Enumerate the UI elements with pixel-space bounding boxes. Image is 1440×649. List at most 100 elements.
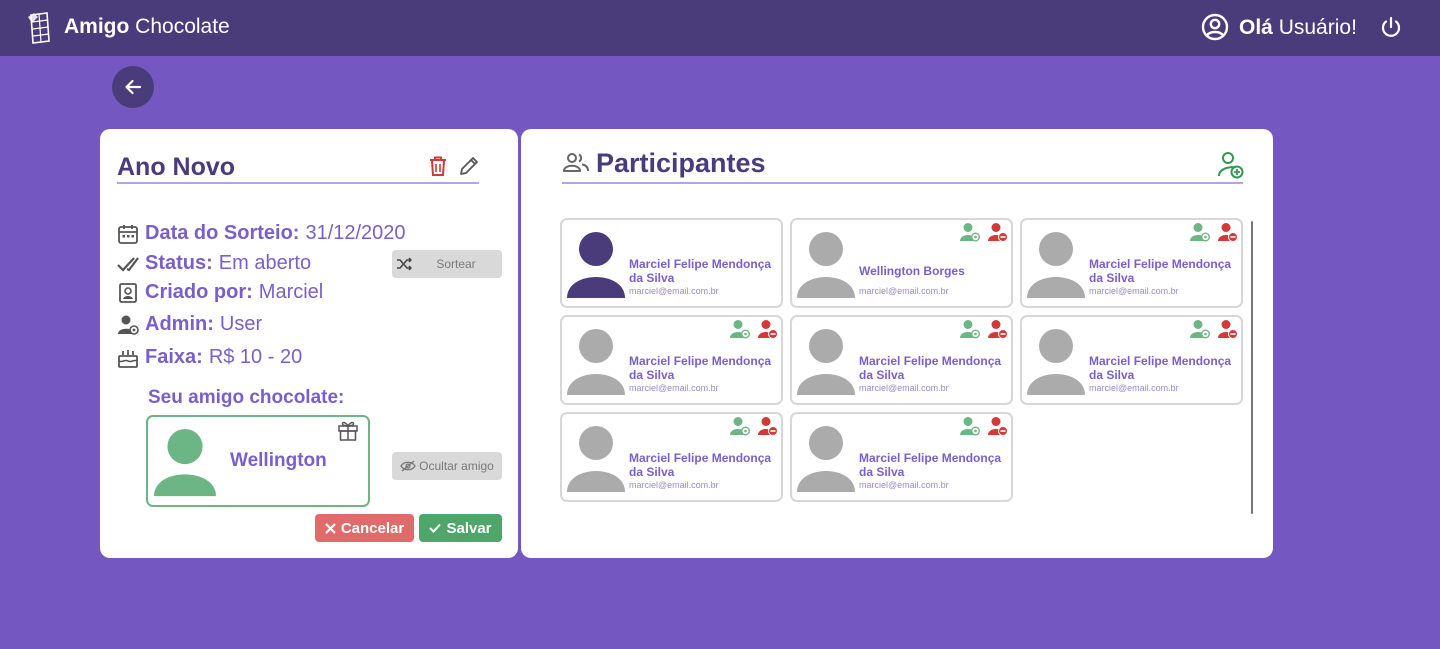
participant-email: marciel@email.com.br (859, 480, 949, 490)
status-row: Status: Em aberto (117, 252, 311, 275)
top-bar: Amigo Chocolate Olá Usuário! (0, 0, 1440, 56)
admin-value: User (219, 313, 263, 335)
status-value: Em aberto (218, 252, 312, 274)
participant-card[interactable]: Marciel Felipe Mendonça da Silva marciel@… (560, 315, 783, 405)
make-admin-icon[interactable] (960, 416, 980, 436)
hide-friend-button[interactable]: Ocultar amigo (392, 452, 502, 480)
people-icon (563, 153, 589, 172)
participant-name: Marciel Felipe Mendonça da Silva (629, 257, 772, 285)
participant-email: marciel@email.com.br (859, 383, 949, 393)
participant-card[interactable]: Marciel Felipe Mendonça da Silva marciel@… (790, 315, 1013, 405)
participants-underline (562, 182, 1243, 184)
price-range-row: Faixa: R$ 10 - 20 (117, 346, 302, 369)
participant-email: marciel@email.com.br (629, 480, 719, 490)
participant-email: marciel@email.com.br (629, 383, 719, 393)
make-admin-icon[interactable] (1190, 319, 1210, 339)
created-by-row: Criado por: Marciel (117, 281, 323, 304)
remove-user-icon[interactable] (758, 319, 778, 339)
cross-icon (325, 522, 336, 534)
back-button[interactable] (112, 66, 154, 108)
remove-user-icon[interactable] (988, 319, 1008, 339)
friend-name: Wellington (230, 450, 327, 471)
participant-card[interactable]: Marciel Felipe Mendonça da Silva marciel@… (1020, 315, 1243, 405)
save-button[interactable]: Salvar (419, 514, 502, 542)
make-admin-icon[interactable] (730, 416, 750, 436)
draw-date-value: 31/12/2020 (305, 222, 406, 244)
pencil-icon[interactable] (459, 156, 479, 176)
id-card-icon (119, 282, 137, 303)
double-check-icon (117, 256, 139, 272)
remove-user-icon[interactable] (988, 222, 1008, 242)
remove-user-icon[interactable] (1218, 319, 1238, 339)
brand-light: Chocolate (135, 15, 230, 38)
participant-avatar-icon (567, 329, 625, 395)
make-admin-icon[interactable] (960, 222, 980, 242)
participant-card[interactable]: Marciel Felipe Mendonça da Silva marciel@… (560, 218, 783, 308)
participant-name: Marciel Felipe Mendonça da Silva (629, 451, 772, 479)
chocolate-bar-logo-icon (28, 12, 50, 44)
check-icon (429, 523, 442, 533)
make-admin-icon[interactable] (960, 319, 980, 339)
participant-name: Marciel Felipe Mendonça da Silva (859, 354, 1002, 382)
brand-title[interactable]: Amigo Chocolate (64, 14, 230, 40)
draw-button[interactable]: Sortear (392, 250, 502, 278)
price-range-value: R$ 10 - 20 (208, 346, 303, 368)
remove-user-icon[interactable] (758, 416, 778, 436)
participant-email: marciel@email.com.br (1089, 286, 1179, 296)
admin-row: Admin: User (117, 313, 262, 336)
make-admin-icon[interactable] (730, 319, 750, 339)
draw-button-label: Sortear (436, 257, 476, 271)
participant-card[interactable]: Wellington Borges marciel@email.com.br (790, 218, 1013, 308)
participant-avatar-icon (797, 426, 855, 492)
participant-email: marciel@email.com.br (859, 286, 949, 296)
greeting-light: Usuário! (1278, 16, 1357, 39)
cancel-label: Cancelar (340, 519, 405, 537)
created-by-label: Criado por: (145, 281, 253, 303)
participant-avatar-icon (797, 232, 855, 298)
participant-name: Marciel Felipe Mendonça da Silva (859, 451, 1002, 479)
arrow-left-icon (125, 79, 142, 95)
user-circle-icon[interactable] (1201, 13, 1229, 41)
event-details-card: Ano Novo Data do Sorteio: 31/12/2020 Sta… (100, 129, 518, 558)
hide-friend-label: Ocultar amigo (419, 459, 494, 473)
participant-email: marciel@email.com.br (1089, 383, 1179, 393)
participant-name: Wellington Borges (859, 264, 965, 278)
participants-card: Participantes Marciel Felipe Mendonça da… (521, 129, 1273, 558)
draw-date-row: Data do Sorteio: 31/12/2020 (117, 222, 406, 245)
draw-date-label: Data do Sorteio: (145, 222, 300, 244)
trash-icon[interactable] (429, 156, 447, 176)
created-by-value: Marciel (258, 281, 324, 303)
remove-user-icon[interactable] (1218, 222, 1238, 242)
participant-card[interactable]: Marciel Felipe Mendonça da Silva marciel@… (790, 412, 1013, 502)
participant-card[interactable]: Marciel Felipe Mendonça da Silva marciel@… (560, 412, 783, 502)
participant-avatar-icon (1027, 329, 1085, 395)
power-icon[interactable] (1379, 15, 1403, 39)
admin-user-icon (118, 315, 139, 335)
participants-scrollbar[interactable] (1251, 221, 1253, 514)
remove-user-icon[interactable] (988, 416, 1008, 436)
cancel-button[interactable]: Cancelar (315, 514, 414, 542)
secret-friend-card: Wellington (146, 415, 370, 507)
user-greeting: Olá Usuário! (1239, 15, 1357, 41)
participant-name: Marciel Felipe Mendonça da Silva (1089, 257, 1232, 285)
greeting-bold: Olá (1239, 16, 1273, 39)
gift-icon (338, 421, 358, 441)
eye-slash-icon (400, 460, 416, 472)
make-admin-icon[interactable] (1190, 222, 1210, 242)
shuffle-icon (397, 257, 412, 271)
participant-card[interactable]: Marciel Felipe Mendonça da Silva marciel@… (1020, 218, 1243, 308)
friend-avatar-icon (154, 428, 216, 497)
title-underline (117, 182, 479, 184)
event-title: Ano Novo (117, 153, 236, 181)
brand-bold: Amigo (64, 15, 130, 38)
participant-name: Marciel Felipe Mendonça da Silva (629, 354, 772, 382)
cake-icon (118, 349, 138, 368)
save-label: Salvar (446, 519, 492, 537)
participant-email: marciel@email.com.br (629, 286, 719, 296)
participant-avatar-icon (797, 329, 855, 395)
participant-avatar-icon (567, 426, 625, 492)
calendar-icon (118, 224, 138, 244)
participant-name: Marciel Felipe Mendonça da Silva (1089, 354, 1232, 382)
admin-label: Admin: (145, 313, 214, 335)
add-user-icon[interactable] (1218, 151, 1244, 179)
